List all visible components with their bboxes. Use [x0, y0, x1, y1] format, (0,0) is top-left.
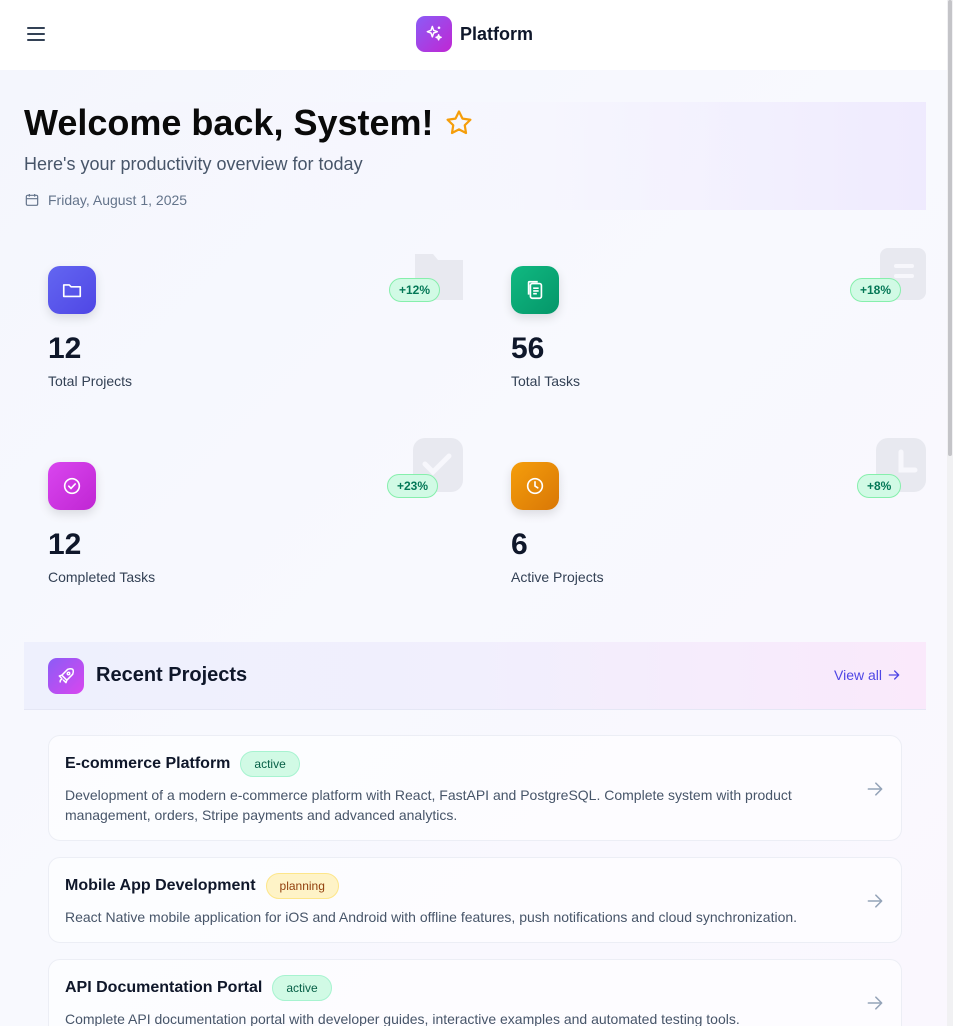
arrow-right-icon[interactable]: [865, 779, 885, 799]
project-description: Complete API documentation portal with d…: [65, 1011, 740, 1026]
project-name: API Documentation Portal: [65, 979, 263, 996]
brand[interactable]: Platform: [416, 16, 533, 52]
status-badge: active: [240, 751, 300, 777]
welcome-section: Welcome back, System! Here's your produc…: [24, 102, 926, 210]
stat-label: Total Projects: [48, 373, 133, 389]
stat-value: 12: [48, 332, 82, 365]
brand-name: Platform: [460, 23, 534, 44]
change-badge: +8%: [857, 474, 902, 498]
project-name: Mobile App Development: [65, 877, 256, 894]
clock-icon: [511, 462, 559, 510]
clipboard-icon: [511, 266, 559, 314]
project-title-row: Mobile App Development planning: [65, 873, 339, 899]
project-name: E-commerce Platform: [65, 755, 231, 772]
hamburger-menu-icon[interactable]: [24, 22, 48, 46]
project-description: React Native mobile application for iOS …: [65, 909, 798, 925]
view-all-link[interactable]: View all: [834, 667, 902, 683]
status-badge: active: [272, 975, 332, 1001]
stat-card-total-tasks[interactable]: +18% 56 Total Tasks: [487, 242, 926, 426]
stat-label: Completed Tasks: [48, 569, 156, 585]
scrollbar-thumb[interactable]: [948, 0, 952, 456]
calendar-icon: [25, 194, 39, 206]
stat-label: Total Tasks: [511, 373, 580, 389]
welcome-subtitle: Here's your productivity overview for to…: [24, 154, 363, 174]
project-title-row: API Documentation Portal active: [65, 975, 332, 1001]
top-header: Platform: [0, 0, 947, 70]
view-all-label: View all: [834, 667, 882, 683]
stat-label: Active Projects: [511, 569, 604, 585]
page-scrollbar[interactable]: [947, 0, 953, 1026]
folder-icon: [48, 266, 96, 314]
stat-value: 6: [511, 528, 528, 561]
recent-projects-header: Recent Projects View all: [24, 642, 926, 710]
stat-card-completed-tasks[interactable]: +23% 12 Completed Tasks: [24, 438, 463, 622]
section-title: Recent Projects: [96, 664, 248, 686]
change-badge: +23%: [387, 474, 439, 498]
stat-card-total-projects[interactable]: +12% 12 Total Projects: [24, 242, 463, 426]
sparkles-icon: [416, 16, 452, 52]
page-title: Welcome back, System!: [24, 102, 474, 144]
date-text: Friday, August 1, 2025: [48, 192, 188, 208]
arrow-right-icon: [888, 670, 900, 680]
arrow-right-icon[interactable]: [865, 891, 885, 911]
project-description: Development of a modern e-commerce platf…: [65, 787, 792, 823]
check-circle-icon: [48, 462, 96, 510]
stat-value: 56: [511, 332, 545, 365]
change-badge: +12%: [389, 278, 441, 302]
project-card-api-docs[interactable]: API Documentation Portal active Complete…: [48, 959, 902, 1026]
stat-value: 12: [48, 528, 82, 561]
stat-card-active-projects[interactable]: +8% 6 Active Projects: [487, 438, 926, 622]
arrow-right-icon[interactable]: [865, 993, 885, 1013]
rocket-icon: [48, 658, 84, 694]
change-badge: +18%: [850, 278, 902, 302]
project-card-ecommerce[interactable]: E-commerce Platform active Development o…: [48, 735, 902, 841]
project-title-row: E-commerce Platform active: [65, 751, 300, 777]
status-badge: planning: [265, 873, 339, 899]
star-icon: [446, 110, 472, 135]
project-card-mobile-app[interactable]: Mobile App Development planning React Na…: [48, 857, 902, 943]
current-date: Friday, August 1, 2025: [24, 192, 187, 208]
welcome-title: Welcome back, System!: [24, 102, 434, 143]
